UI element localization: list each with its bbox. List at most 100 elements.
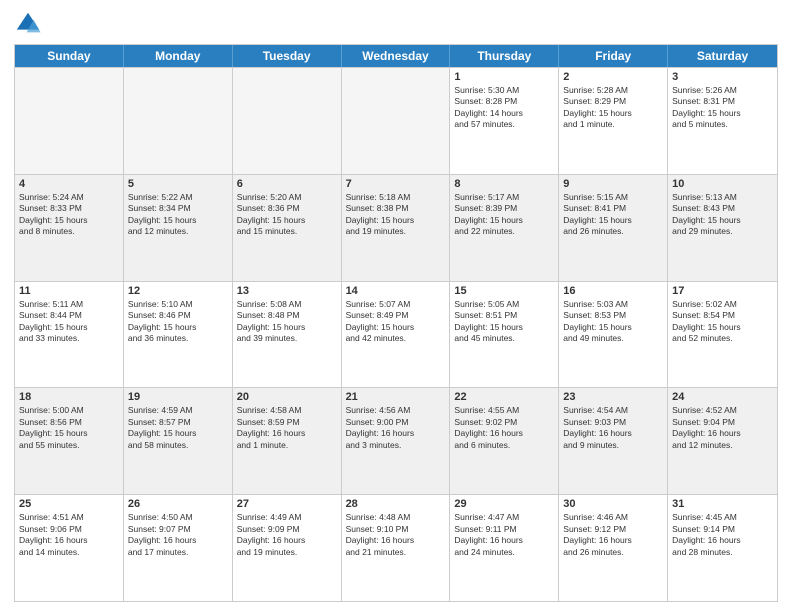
day-info: Sunrise: 5:03 AM Sunset: 8:53 PM Dayligh… <box>563 299 663 345</box>
day-info: Sunrise: 5:13 AM Sunset: 8:43 PM Dayligh… <box>672 192 773 238</box>
day-info: Sunrise: 4:46 AM Sunset: 9:12 PM Dayligh… <box>563 512 663 558</box>
day-number: 15 <box>454 285 554 297</box>
day-number: 3 <box>672 71 773 83</box>
calendar-cell: 22 Sunrise: 4:55 AM Sunset: 9:02 PM Dayli… <box>450 388 559 494</box>
day-info: Sunrise: 5:02 AM Sunset: 8:54 PM Dayligh… <box>672 299 773 345</box>
header-day-sunday: Sunday <box>15 45 124 67</box>
day-number: 4 <box>19 178 119 190</box>
day-number: 26 <box>128 498 228 510</box>
day-info: Sunrise: 5:28 AM Sunset: 8:29 PM Dayligh… <box>563 85 663 131</box>
calendar-cell: 30 Sunrise: 4:46 AM Sunset: 9:12 PM Dayli… <box>559 495 668 601</box>
day-info: Sunrise: 4:59 AM Sunset: 8:57 PM Dayligh… <box>128 405 228 451</box>
day-info: Sunrise: 4:56 AM Sunset: 9:00 PM Dayligh… <box>346 405 446 451</box>
day-number: 19 <box>128 391 228 403</box>
day-number: 30 <box>563 498 663 510</box>
day-number: 6 <box>237 178 337 190</box>
day-info: Sunrise: 4:52 AM Sunset: 9:04 PM Dayligh… <box>672 405 773 451</box>
calendar: SundayMondayTuesdayWednesdayThursdayFrid… <box>14 44 778 602</box>
calendar-cell: 14 Sunrise: 5:07 AM Sunset: 8:49 PM Dayli… <box>342 282 451 388</box>
day-number: 13 <box>237 285 337 297</box>
day-number: 31 <box>672 498 773 510</box>
day-number: 8 <box>454 178 554 190</box>
day-info: Sunrise: 4:48 AM Sunset: 9:10 PM Dayligh… <box>346 512 446 558</box>
day-info: Sunrise: 5:10 AM Sunset: 8:46 PM Dayligh… <box>128 299 228 345</box>
day-number: 5 <box>128 178 228 190</box>
day-number: 27 <box>237 498 337 510</box>
calendar-cell: 9Sunrise: 5:15 AM Sunset: 8:41 PM Daylig… <box>559 175 668 281</box>
calendar-cell: 20Sunrise: 4:58 AM Sunset: 8:59 PM Dayli… <box>233 388 342 494</box>
day-info: Sunrise: 5:15 AM Sunset: 8:41 PM Dayligh… <box>563 192 663 238</box>
day-number: 22 <box>454 391 554 403</box>
day-number: 17 <box>672 285 773 297</box>
day-number: 2 <box>563 71 663 83</box>
day-number: 16 <box>563 285 663 297</box>
day-info: Sunrise: 4:54 AM Sunset: 9:03 PM Dayligh… <box>563 405 663 451</box>
day-number: 23 <box>563 391 663 403</box>
day-number: 12 <box>128 285 228 297</box>
calendar-body: 1 Sunrise: 5:30 AM Sunset: 8:28 PM Daylig… <box>15 67 777 601</box>
day-info: Sunrise: 5:17 AM Sunset: 8:39 PM Dayligh… <box>454 192 554 238</box>
calendar-cell <box>124 68 233 174</box>
day-info: Sunrise: 5:07 AM Sunset: 8:49 PM Dayligh… <box>346 299 446 345</box>
calendar-row-2: 11Sunrise: 5:11 AM Sunset: 8:44 PM Dayli… <box>15 281 777 388</box>
header-day-saturday: Saturday <box>668 45 777 67</box>
calendar-cell: 13 Sunrise: 5:08 AM Sunset: 8:48 PM Dayli… <box>233 282 342 388</box>
day-info: Sunrise: 5:26 AM Sunset: 8:31 PM Dayligh… <box>672 85 773 131</box>
day-info: Sunrise: 5:11 AM Sunset: 8:44 PM Dayligh… <box>19 299 119 345</box>
calendar-cell: 19 Sunrise: 4:59 AM Sunset: 8:57 PM Dayli… <box>124 388 233 494</box>
calendar-cell: 18Sunrise: 5:00 AM Sunset: 8:56 PM Dayli… <box>15 388 124 494</box>
calendar-cell: 24 Sunrise: 4:52 AM Sunset: 9:04 PM Dayli… <box>668 388 777 494</box>
day-number: 14 <box>346 285 446 297</box>
page: SundayMondayTuesdayWednesdayThursdayFrid… <box>0 0 792 612</box>
day-info: Sunrise: 4:47 AM Sunset: 9:11 PM Dayligh… <box>454 512 554 558</box>
header-day-friday: Friday <box>559 45 668 67</box>
calendar-cell: 3 Sunrise: 5:26 AM Sunset: 8:31 PM Daylig… <box>668 68 777 174</box>
calendar-cell: 28 Sunrise: 4:48 AM Sunset: 9:10 PM Dayli… <box>342 495 451 601</box>
header <box>14 10 778 38</box>
calendar-cell <box>342 68 451 174</box>
day-number: 10 <box>672 178 773 190</box>
day-info: Sunrise: 5:05 AM Sunset: 8:51 PM Dayligh… <box>454 299 554 345</box>
calendar-cell: 11Sunrise: 5:11 AM Sunset: 8:44 PM Dayli… <box>15 282 124 388</box>
day-info: Sunrise: 5:08 AM Sunset: 8:48 PM Dayligh… <box>237 299 337 345</box>
day-info: Sunrise: 4:51 AM Sunset: 9:06 PM Dayligh… <box>19 512 119 558</box>
calendar-cell: 10 Sunrise: 5:13 AM Sunset: 8:43 PM Dayli… <box>668 175 777 281</box>
day-info: Sunrise: 5:20 AM Sunset: 8:36 PM Dayligh… <box>237 192 337 238</box>
day-info: Sunrise: 4:58 AM Sunset: 8:59 PM Dayligh… <box>237 405 337 451</box>
day-number: 29 <box>454 498 554 510</box>
calendar-cell: 6 Sunrise: 5:20 AM Sunset: 8:36 PM Daylig… <box>233 175 342 281</box>
day-info: Sunrise: 5:30 AM Sunset: 8:28 PM Dayligh… <box>454 85 554 131</box>
calendar-cell <box>233 68 342 174</box>
calendar-cell: 25 Sunrise: 4:51 AM Sunset: 9:06 PM Dayli… <box>15 495 124 601</box>
calendar-cell: 16 Sunrise: 5:03 AM Sunset: 8:53 PM Dayli… <box>559 282 668 388</box>
day-number: 28 <box>346 498 446 510</box>
calendar-cell: 8 Sunrise: 5:17 AM Sunset: 8:39 PM Daylig… <box>450 175 559 281</box>
calendar-cell: 17 Sunrise: 5:02 AM Sunset: 8:54 PM Dayli… <box>668 282 777 388</box>
day-info: Sunrise: 5:18 AM Sunset: 8:38 PM Dayligh… <box>346 192 446 238</box>
day-number: 7 <box>346 178 446 190</box>
calendar-row-3: 18Sunrise: 5:00 AM Sunset: 8:56 PM Dayli… <box>15 387 777 494</box>
calendar-cell: 21 Sunrise: 4:56 AM Sunset: 9:00 PM Dayli… <box>342 388 451 494</box>
calendar-cell: 23 Sunrise: 4:54 AM Sunset: 9:03 PM Dayli… <box>559 388 668 494</box>
calendar-row-1: 4 Sunrise: 5:24 AM Sunset: 8:33 PM Daylig… <box>15 174 777 281</box>
day-info: Sunrise: 4:55 AM Sunset: 9:02 PM Dayligh… <box>454 405 554 451</box>
calendar-cell: 1 Sunrise: 5:30 AM Sunset: 8:28 PM Daylig… <box>450 68 559 174</box>
calendar-row-0: 1 Sunrise: 5:30 AM Sunset: 8:28 PM Daylig… <box>15 67 777 174</box>
day-number: 24 <box>672 391 773 403</box>
calendar-cell: 29 Sunrise: 4:47 AM Sunset: 9:11 PM Dayli… <box>450 495 559 601</box>
day-info: Sunrise: 4:50 AM Sunset: 9:07 PM Dayligh… <box>128 512 228 558</box>
calendar-cell: 15 Sunrise: 5:05 AM Sunset: 8:51 PM Dayli… <box>450 282 559 388</box>
calendar-cell: 4 Sunrise: 5:24 AM Sunset: 8:33 PM Daylig… <box>15 175 124 281</box>
day-info: Sunrise: 5:24 AM Sunset: 8:33 PM Dayligh… <box>19 192 119 238</box>
header-day-thursday: Thursday <box>450 45 559 67</box>
day-info: Sunrise: 4:45 AM Sunset: 9:14 PM Dayligh… <box>672 512 773 558</box>
calendar-row-4: 25 Sunrise: 4:51 AM Sunset: 9:06 PM Dayli… <box>15 494 777 601</box>
calendar-cell: 2 Sunrise: 5:28 AM Sunset: 8:29 PM Daylig… <box>559 68 668 174</box>
day-number: 1 <box>454 71 554 83</box>
header-day-monday: Monday <box>124 45 233 67</box>
day-number: 21 <box>346 391 446 403</box>
day-number: 25 <box>19 498 119 510</box>
logo-icon <box>14 10 42 38</box>
day-info: Sunrise: 4:49 AM Sunset: 9:09 PM Dayligh… <box>237 512 337 558</box>
calendar-cell: 7 Sunrise: 5:18 AM Sunset: 8:38 PM Daylig… <box>342 175 451 281</box>
